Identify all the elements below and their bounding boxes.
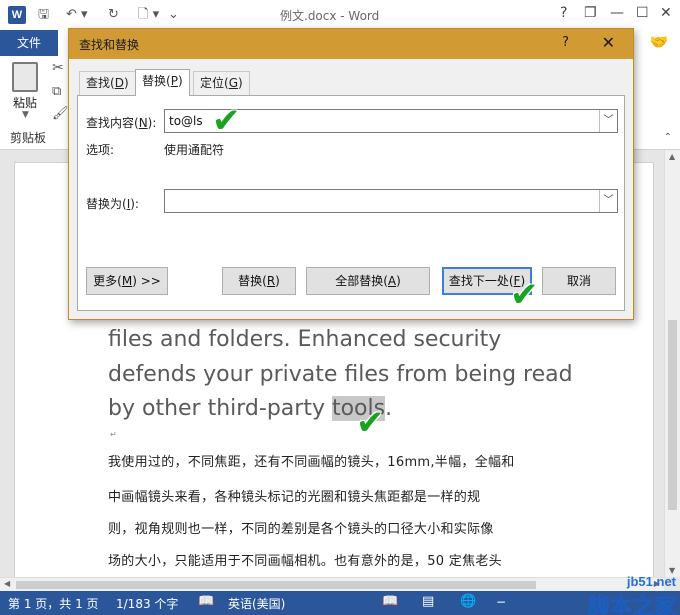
- button-text: ): [396, 274, 401, 288]
- doc-english-line[interactable]: by other third-party tools.: [108, 396, 392, 421]
- status-bar: 第 1 页，共 1 页 1/183 个字 📖 英语(美国) 📖 ▤ 🌐 −: [0, 591, 680, 615]
- dialog-close-icon[interactable]: ✕: [602, 33, 615, 52]
- button-access-key: R: [266, 274, 276, 288]
- chevron-down-icon[interactable]: ﹀: [599, 110, 617, 132]
- file-tab[interactable]: 文件: [0, 30, 58, 56]
- collapse-ribbon-icon[interactable]: ⌃: [664, 132, 672, 143]
- cancel-button[interactable]: 取消: [542, 267, 616, 295]
- zoom-out-icon[interactable]: −: [496, 595, 506, 609]
- horizontal-scroll-thumb[interactable]: [16, 581, 536, 589]
- print-layout-icon[interactable]: ▤: [422, 594, 434, 609]
- paste-button-label[interactable]: 粘贴: [13, 94, 37, 111]
- button-text: 更多(: [93, 274, 122, 288]
- button-text: 查找下一处(: [448, 274, 514, 288]
- button-access-key: A: [387, 274, 397, 288]
- checkmark-icon: ✔: [212, 101, 241, 141]
- web-layout-icon[interactable]: 🌐: [460, 594, 476, 609]
- find-what-value: to@ls: [169, 114, 203, 128]
- options-label: 选项:: [86, 143, 115, 157]
- replace-with-input[interactable]: ﹀: [164, 189, 618, 213]
- label-text: ):: [130, 197, 139, 211]
- button-text: ): [275, 274, 280, 288]
- doc-english-text: by other third-party: [108, 396, 332, 421]
- dialog-title-bar[interactable]: 查找和替换 ? ✕: [69, 29, 633, 59]
- tab-access-key: G: [228, 76, 238, 90]
- dialog-help-icon[interactable]: ?: [562, 35, 569, 50]
- word-count[interactable]: 1/183 个字: [116, 595, 178, 612]
- replace-tab-panel: 查找内容(N): to@ls ﹀ 选项: 使用通配符 替换为(I): ﹀ 更多(…: [77, 95, 625, 311]
- cut-icon[interactable]: ✂: [52, 60, 64, 76]
- paragraph-mark: ↵: [110, 430, 117, 439]
- proofing-icon[interactable]: 📖: [198, 594, 214, 609]
- doc-chinese-line[interactable]: 我使用过的，不同焦距，还有不同画幅的镜头，16mm,半幅，全幅和: [108, 451, 515, 470]
- title-bar: W 🖫 ↶ ▾ ↻ 🗋 ▾ ⌄ 例文.docx - Word ? ❐ — ☐ ✕: [0, 0, 680, 30]
- paste-icon[interactable]: [12, 62, 38, 92]
- ribbon-display-icon[interactable]: ❐: [584, 5, 597, 21]
- word-logo-icon: W: [8, 6, 26, 24]
- dialog-title: 查找和替换: [79, 38, 140, 52]
- more-button[interactable]: 更多(M) >>: [86, 267, 168, 295]
- window-title: 例文.docx - Word: [280, 9, 380, 23]
- chevron-down-icon[interactable]: ﹀: [599, 190, 617, 212]
- customize-quick-access-icon[interactable]: ⌄: [168, 6, 179, 24]
- horizontal-scrollbar[interactable]: ◀ ▶: [0, 577, 664, 591]
- site-watermark: jb51.net 脚本之家: [588, 574, 676, 615]
- read-mode-icon[interactable]: 📖: [382, 594, 398, 609]
- share-icon[interactable]: 🤝: [644, 33, 674, 53]
- doc-chinese-line[interactable]: 场的大小，只能适用于不同画幅相机。也有意外的是，50 定焦老头: [108, 550, 502, 569]
- doc-english-line[interactable]: files and folders. Enhanced security: [108, 327, 501, 352]
- vertical-scrollbar[interactable]: ▲ ▼: [664, 150, 680, 577]
- button-text: 替换(: [238, 274, 267, 288]
- clipboard-group-label: 剪贴板: [10, 131, 47, 145]
- button-access-key: M: [121, 274, 133, 288]
- doc-english-line[interactable]: defends your private files from being re…: [108, 362, 573, 387]
- maximize-icon[interactable]: ☐: [636, 5, 649, 21]
- label-text: 替换为(: [86, 197, 127, 211]
- button-text: 全部替换(: [335, 274, 388, 288]
- button-text: ) >>: [132, 274, 161, 288]
- label-text: 查找内容(: [86, 116, 139, 130]
- replace-with-label: 替换为(I):: [86, 195, 139, 212]
- tab-label: ): [123, 76, 129, 90]
- tab-replace[interactable]: 替换(P): [135, 69, 190, 96]
- scroll-left-icon[interactable]: ◀: [4, 579, 10, 588]
- replace-all-button[interactable]: 全部替换(A): [306, 267, 430, 295]
- undo-icon[interactable]: ↶ ▾: [66, 6, 88, 24]
- format-painter-icon[interactable]: 🖌: [52, 106, 69, 121]
- page-count[interactable]: 第 1 页，共 1 页: [8, 595, 99, 612]
- watermark-name: 脚本之家: [587, 595, 676, 615]
- label-access-key: N: [138, 116, 148, 130]
- paste-dropdown-icon[interactable]: ▼: [22, 110, 29, 120]
- tab-find[interactable]: 查找(D): [79, 71, 136, 95]
- tab-access-key: P: [170, 74, 178, 88]
- find-replace-dialog: 查找和替换 ? ✕ 查找(D) 替换(P) 定位(G) 查找内容(N): to@…: [68, 28, 634, 320]
- doc-chinese-line[interactable]: 中画幅镜头来看，各种镜头标记的光圈和镜头焦距都是一样的规: [108, 486, 480, 505]
- print-preview-icon[interactable]: 🗋 ▾: [138, 6, 159, 24]
- redo-icon[interactable]: ↻: [108, 6, 119, 24]
- options-value: 使用通配符: [164, 143, 225, 157]
- replace-button[interactable]: 替换(R): [222, 267, 296, 295]
- close-icon[interactable]: ✕: [660, 5, 672, 21]
- tab-label: ): [238, 76, 243, 90]
- doc-chinese-line[interactable]: 则，视角规则也一样，不同的差别是各个镜头的口径大小和实际像: [108, 518, 494, 537]
- tab-label: ): [177, 74, 183, 88]
- minimize-icon[interactable]: —: [610, 5, 624, 21]
- tab-goto[interactable]: 定位(G): [193, 71, 250, 95]
- tab-label: 替换(: [142, 74, 171, 88]
- help-icon[interactable]: ?: [560, 5, 567, 21]
- tab-label: 查找(: [86, 76, 115, 90]
- doc-english-text: .: [385, 396, 393, 421]
- watermark-url: jb51.net: [626, 574, 676, 589]
- checkmark-icon: ✔: [356, 403, 385, 443]
- vertical-scroll-thumb[interactable]: [668, 320, 677, 510]
- language-indicator[interactable]: 英语(美国): [228, 595, 285, 612]
- tab-access-key: D: [114, 76, 124, 90]
- label-text: ):: [147, 116, 157, 130]
- checkmark-icon: ✔: [510, 275, 539, 315]
- tab-label: 定位(: [200, 76, 229, 90]
- save-icon[interactable]: 🖫: [38, 6, 49, 24]
- copy-icon[interactable]: ⧉: [52, 84, 61, 99]
- scroll-up-icon[interactable]: ▲: [669, 152, 675, 161]
- find-what-label: 查找内容(N):: [86, 114, 156, 131]
